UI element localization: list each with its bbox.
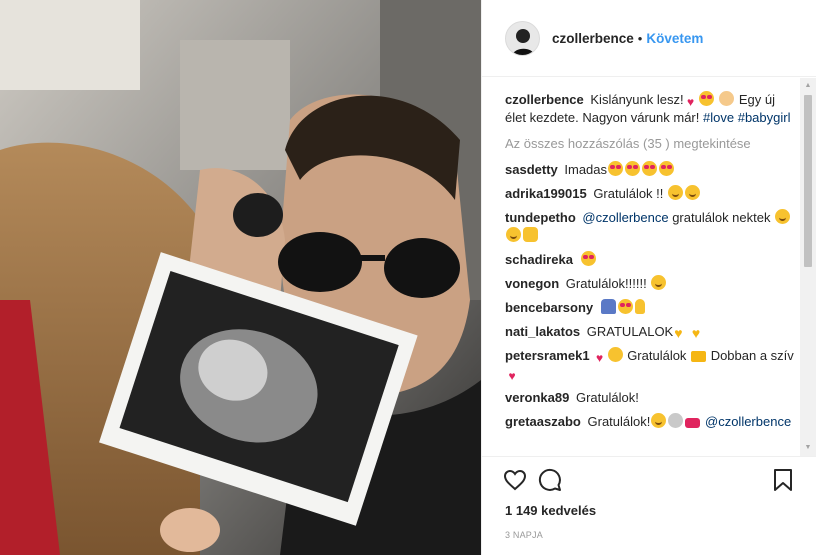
view-all-comments-link[interactable]: Az összes hozzászólás (35 ) megtekintése xyxy=(505,136,794,151)
comment-username[interactable]: vonegon xyxy=(505,276,559,291)
comment-item: vonegon Gratulálok!!!!!! xyxy=(505,275,794,293)
clapping-hands-emoji-icon xyxy=(523,227,538,242)
comment-item: veronka89 Gratulálok! xyxy=(505,389,794,407)
heart-eyes-emoji-icon xyxy=(617,299,633,314)
caption-username[interactable]: czollerbence xyxy=(505,92,584,107)
comment-username[interactable]: veronka89 xyxy=(505,390,569,405)
heart-eyes-emoji-icon xyxy=(625,161,641,176)
comment-icon[interactable] xyxy=(538,468,562,497)
ribbon-emoji-icon xyxy=(685,418,701,428)
heart-icon[interactable] xyxy=(503,468,527,497)
header-separator: • xyxy=(637,30,643,46)
hashtag-babygirl[interactable]: #babygirl xyxy=(738,110,791,125)
comment-username[interactable]: bencebarsony xyxy=(505,300,593,315)
ok-hand-emoji-icon xyxy=(634,299,645,314)
comment-item: bencebarsony xyxy=(505,299,794,317)
comment-mention[interactable]: @czollerbence xyxy=(582,210,668,225)
comment-item: petersramek1 Gratulálok Dobban a szív xyxy=(505,347,794,383)
baby-emoji-icon xyxy=(719,91,735,106)
post-header: czollerbence • Követem xyxy=(482,0,816,77)
red-heart-icon xyxy=(506,371,518,382)
heart-eyes-emoji-icon xyxy=(580,251,596,266)
scroll-up-arrow-icon[interactable]: ▲ xyxy=(800,78,816,94)
red-heart-icon xyxy=(685,97,697,108)
caption-text-a: Kislányunk lesz! xyxy=(590,92,684,107)
comment-text: Gratulálok!!!!!! xyxy=(565,276,647,291)
comment-text: Gratulálok !! xyxy=(593,186,664,201)
smile-emoji-icon xyxy=(668,185,684,200)
yellow-heart-icon xyxy=(674,328,686,339)
praying-hands-emoji-icon xyxy=(600,299,616,314)
hashtag-love[interactable]: #love xyxy=(703,110,734,125)
comment-item: nati_lakatos GRATULALOK xyxy=(505,323,794,341)
yellow-heart-icon xyxy=(692,328,704,339)
header-username[interactable]: czollerbence xyxy=(552,31,634,46)
heart-eyes-emoji-icon xyxy=(659,161,675,176)
scroll-down-arrow-icon[interactable]: ▼ xyxy=(800,440,816,456)
instagram-post: czollerbence • Követem czollerbence Kisl… xyxy=(0,0,816,555)
scrollbar-thumb[interactable] xyxy=(804,95,812,267)
actions-bar: 1 149 kedvelés 3 NAPJA xyxy=(482,456,816,555)
crown-emoji-icon xyxy=(691,351,707,362)
smile-emoji-icon xyxy=(506,227,521,242)
comments-scrollbar[interactable]: ▲ ▼ xyxy=(800,78,816,456)
heart-eyes-emoji-icon xyxy=(698,91,714,106)
heart-eyes-emoji-icon xyxy=(642,161,658,176)
comment-username[interactable]: petersramek1 xyxy=(505,348,590,363)
smile-emoji-icon xyxy=(685,185,701,200)
bookmark-icon[interactable] xyxy=(771,468,795,497)
comment-username[interactable]: sasdetty xyxy=(505,162,558,177)
comment-item: schadireka xyxy=(505,251,794,269)
comment-text: Imadas xyxy=(564,162,608,177)
comment-text: gratulálok nektek xyxy=(672,210,771,225)
smile-emoji-icon xyxy=(651,413,667,428)
comment-item: tundepetho @czollerbence gratulálok nekt… xyxy=(505,209,794,245)
comment-text-b: Dobban a szív xyxy=(710,348,794,363)
avatar[interactable] xyxy=(505,20,540,56)
post-timestamp[interactable]: 3 NAPJA xyxy=(505,530,543,540)
avatar-image xyxy=(506,21,539,55)
comment-username[interactable]: tundepetho xyxy=(505,210,576,225)
comment-item: sasdetty Imadas xyxy=(505,161,794,179)
comment-text-a: Gratulálok xyxy=(627,348,687,363)
comment-text: Gratulálok! xyxy=(575,390,639,405)
caption: czollerbence Kislányunk lesz! Egy új éle… xyxy=(505,91,794,127)
likes-count[interactable]: 1 149 kedvelés xyxy=(505,503,596,518)
comment-text: Gratulálok! xyxy=(587,414,651,429)
comment-item: gretaaszabo Gratulálok! @czollerbence xyxy=(505,413,794,431)
comment-username[interactable]: gretaaszabo xyxy=(505,414,581,429)
smile-emoji-icon xyxy=(775,209,791,224)
kiss-emoji-icon xyxy=(607,347,623,362)
follow-button[interactable]: Követem xyxy=(646,31,703,46)
comment-item: adrika199015 Gratulálok !! xyxy=(505,185,794,203)
smile-emoji-icon xyxy=(651,275,667,290)
red-heart-icon xyxy=(594,353,606,364)
post-photo[interactable] xyxy=(0,0,481,555)
comment-text: GRATULALOK xyxy=(586,324,674,339)
post-image xyxy=(0,0,481,555)
old-man-emoji-icon xyxy=(668,413,684,428)
comment-username[interactable]: nati_lakatos xyxy=(505,324,580,339)
comment-username[interactable]: schadireka xyxy=(505,252,573,267)
comment-mention[interactable]: @czollerbence xyxy=(705,414,791,429)
comments-list: czollerbence Kislányunk lesz! Egy új éle… xyxy=(482,78,808,456)
comment-username[interactable]: adrika199015 xyxy=(505,186,587,201)
post-sidebar: czollerbence • Követem czollerbence Kisl… xyxy=(481,0,816,555)
heart-eyes-emoji-icon xyxy=(608,161,624,176)
